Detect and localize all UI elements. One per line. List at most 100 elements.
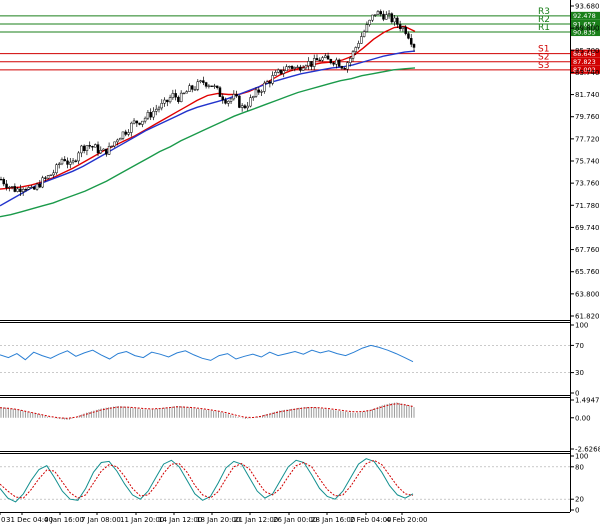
- candle-body: [332, 62, 335, 65]
- candle-body: [229, 98, 233, 102]
- candle-body: [401, 26, 405, 29]
- candle-body: [177, 96, 180, 102]
- time-tick-label: 7 Jan 08:00: [81, 516, 121, 524]
- candle-body: [404, 26, 407, 34]
- candle-body: [193, 89, 197, 91]
- candle-body: [376, 11, 380, 15]
- candle-body: [318, 59, 322, 62]
- candle-body: [88, 145, 91, 147]
- candle-body: [409, 38, 413, 45]
- candle-body: [360, 36, 363, 44]
- candle-body: [118, 138, 122, 141]
- price-tick-label: 93.680: [575, 3, 600, 11]
- candle-body: [379, 11, 382, 15]
- price-tick-label: 71.780: [575, 202, 600, 210]
- candle-body: [99, 149, 103, 154]
- price-tick-label: 63.800: [575, 290, 600, 298]
- candle-body: [182, 92, 186, 95]
- candle-body: [24, 189, 28, 191]
- candle-body: [154, 108, 158, 112]
- candle-body: [215, 85, 219, 88]
- candle-body: [254, 89, 258, 97]
- candle-body: [335, 59, 338, 65]
- stochastic-tick-label: 20: [575, 496, 584, 504]
- candle-body: [282, 70, 285, 74]
- candle-body: [52, 172, 55, 176]
- candle-body: [238, 95, 241, 108]
- candle-body: [82, 145, 86, 151]
- candle-body: [71, 160, 75, 163]
- candle-body: [163, 99, 166, 104]
- candle-body: [293, 67, 297, 69]
- price-tick-label: 77.720: [575, 135, 600, 143]
- candle-body: [240, 105, 244, 108]
- candle-body: [368, 19, 371, 25]
- histogram-tick-label: 0.00: [575, 414, 591, 422]
- candle-body: [218, 87, 222, 97]
- candle-body: [251, 96, 255, 98]
- candle-body: [265, 81, 269, 84]
- candle-body: [152, 111, 155, 118]
- candle-body: [257, 89, 261, 93]
- candle-body: [38, 183, 42, 188]
- candle-body: [8, 186, 11, 189]
- candle-body: [55, 164, 58, 174]
- candle-body: [362, 31, 366, 37]
- candle-body: [191, 85, 194, 90]
- candle-body: [188, 85, 191, 92]
- candle-body: [185, 91, 188, 94]
- candle-body: [382, 13, 385, 20]
- candle-body: [102, 148, 105, 151]
- histogram-tick-label: 1.4947: [575, 397, 600, 405]
- stochastic-tick-label: 0: [575, 507, 579, 515]
- candle-body: [304, 65, 308, 69]
- price-tick-label: 79.760: [575, 113, 600, 121]
- candle-body: [10, 186, 14, 188]
- candle-body: [168, 97, 172, 103]
- candle-body: [246, 105, 249, 109]
- candle-body: [393, 17, 396, 23]
- price-tick-label: 73.760: [575, 180, 600, 188]
- candle-body: [135, 120, 139, 124]
- candle-body: [288, 66, 291, 68]
- candle-body: [326, 55, 330, 60]
- candle-body: [290, 66, 294, 69]
- chart-svg: R3 92.478R2 91.657R1 90.835S1 88.645S2 87.823…: [0, 0, 600, 525]
- candle-body: [0, 178, 3, 181]
- candle-body: [260, 91, 263, 93]
- candle-body: [371, 14, 374, 21]
- candle-body: [85, 145, 89, 151]
- candle-body: [138, 122, 141, 125]
- candle-body: [279, 69, 283, 74]
- candle-body: [19, 188, 22, 192]
- candle-body: [276, 69, 280, 73]
- candle-body: [41, 177, 44, 188]
- price-tick-label: 81.740: [575, 91, 600, 99]
- candle-body: [21, 189, 25, 192]
- candle-body: [143, 117, 147, 122]
- candle-body: [301, 67, 305, 71]
- candle-body: [348, 58, 352, 63]
- candle-body: [5, 183, 8, 189]
- candle-body: [16, 188, 19, 192]
- price-tick-label: 83.740: [575, 69, 600, 77]
- candle-body: [2, 179, 6, 185]
- price-tick-label: 69.740: [575, 224, 600, 232]
- candle-body: [213, 85, 216, 87]
- candle-body: [63, 159, 67, 162]
- candle-body: [221, 96, 224, 101]
- candle-body: [74, 160, 78, 162]
- oscillator-tick-label: 30: [575, 369, 584, 377]
- level-label-s3: S3: [538, 61, 549, 71]
- candle-body: [35, 183, 39, 190]
- candle-body: [398, 24, 402, 29]
- price-tick-label: 67.760: [575, 246, 600, 254]
- candle-body: [299, 66, 302, 71]
- candle-body: [324, 55, 327, 58]
- candle-body: [412, 44, 416, 48]
- candle-body: [127, 132, 130, 135]
- candle-body: [224, 99, 227, 104]
- candle-body: [249, 97, 252, 107]
- candle-body: [315, 58, 319, 61]
- candle-body: [146, 112, 150, 119]
